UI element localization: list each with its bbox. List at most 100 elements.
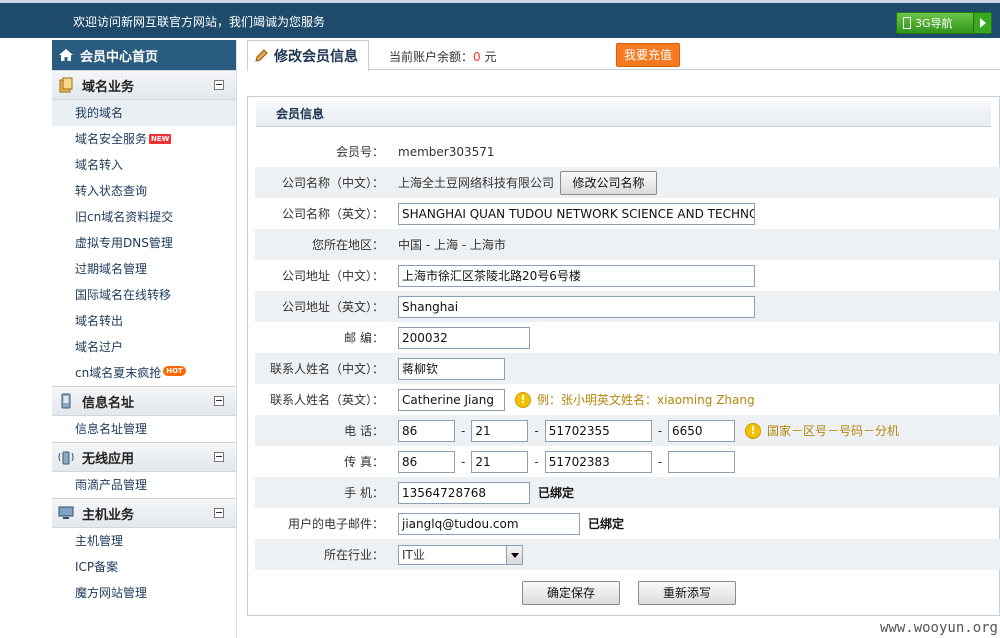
address-en-input[interactable]: Shanghai [398, 295, 755, 318]
sidebar-item-label: 国际域名在线转移 [75, 288, 172, 302]
main-content: 修改会员信息 当前账户余额：0 元 我要充值 会员信息 会员号： member3… [247, 40, 1000, 638]
panel-title: 会员信息 [256, 101, 991, 127]
sidebar-item-old-cn-submit[interactable]: 旧cn域名资料提交 [52, 204, 236, 230]
phone-icon [903, 17, 911, 29]
home-icon [59, 49, 73, 61]
recharge-button[interactable]: 我要充值 [616, 43, 680, 67]
dash: - [657, 423, 663, 438]
section-host-header[interactable]: 主机业务 [52, 498, 236, 528]
company-cn-value: 上海全土豆网络科技有限公司 [398, 176, 555, 190]
company-en-input[interactable]: SHANGHAI QUAN TUDOU NETWORK SCIENCE AND … [398, 202, 755, 225]
phone-area-input[interactable]: 21 [471, 419, 529, 442]
fax-country-input[interactable]: 86 [398, 450, 455, 473]
sidebar-item-icp[interactable]: ICP备案 [52, 554, 236, 580]
3g-nav-button[interactable]: 3G导航 [896, 12, 992, 34]
form-row-address-en: 公司地址（英文）： Shanghai [255, 291, 1000, 322]
mobile-info-icon [61, 393, 71, 409]
member-form: 会员号： member303571 公司名称（中文）： 上海全土豆网络科技有限公… [255, 136, 1000, 570]
sidebar-item-label: 虚拟专用DNS管理 [75, 236, 173, 250]
reset-button[interactable]: 重新添写 [638, 581, 736, 605]
chevron-down-icon[interactable] [506, 545, 522, 564]
phone-number-input[interactable]: 51702355 [544, 419, 652, 442]
section-domain-title: 域名业务 [82, 79, 135, 95]
email-label: 用户的电子邮件： [287, 517, 384, 531]
tab-edit-member[interactable]: 修改会员信息 [247, 40, 369, 71]
section-host-title: 主机业务 [82, 507, 135, 523]
fax-area-input[interactable]: 21 [471, 450, 529, 473]
section-wireless-title: 无线应用 [82, 451, 135, 467]
play-arrow-icon [973, 13, 991, 33]
sidebar-item-domain-security[interactable]: 域名安全服务 NEW [52, 126, 236, 152]
sidebar-home[interactable]: 会员中心首页 [52, 40, 236, 70]
form-row-fax: 传 真： 86 - 21 - 51702383 - [255, 446, 1000, 477]
modify-company-button[interactable]: 修改公司名称 [560, 170, 658, 195]
phone-country-input[interactable]: 86 [398, 419, 455, 442]
3g-nav-label: 3G导航 [915, 17, 953, 30]
address-cn-label: 公司地址（中文）： [281, 269, 384, 283]
email-input[interactable]: jianglq@tudou.com [398, 512, 580, 535]
section-wireless-header[interactable]: 无线应用 [52, 442, 236, 472]
collapse-icon[interactable] [214, 508, 224, 518]
collapse-icon[interactable] [214, 80, 224, 90]
save-button[interactable]: 确定保存 [522, 581, 620, 605]
sidebar-item-expired-domains[interactable]: 过期域名管理 [52, 256, 236, 282]
warning-icon: ! [745, 422, 762, 439]
mobile-bound-status: 已绑定 [538, 486, 575, 500]
form-row-company-en: 公司名称（英文）： SHANGHAI QUAN TUDOU NETWORK SC… [255, 198, 1000, 229]
sidebar-item-label: 域名转入 [75, 158, 124, 172]
sidebar-item-transfer-status[interactable]: 转入状态查询 [52, 178, 236, 204]
contact-cn-input[interactable]: 蒋柳钦 [398, 357, 505, 380]
sidebar-item-domain-owner-change[interactable]: 域名过户 [52, 334, 236, 360]
sidebar-item-mofang[interactable]: 魔方网站管理 [52, 580, 236, 606]
phone-ext-input[interactable]: 6650 [668, 419, 736, 442]
domain-folder-icon [59, 77, 73, 93]
collapse-icon[interactable] [214, 452, 224, 462]
sidebar-item-my-domains[interactable]: 我的域名 [52, 100, 236, 126]
postcode-input[interactable]: 200032 [398, 326, 530, 349]
member-id-label: 会员号： [335, 145, 384, 159]
sidebar-item-info-manage[interactable]: 信息名址管理 [52, 416, 236, 442]
fax-number-input[interactable]: 51702383 [544, 450, 652, 473]
balance-label: 当前账户余额： [389, 50, 474, 64]
form-row-email: 用户的电子邮件： jianglq@tudou.com 已绑定 [255, 508, 1000, 539]
phone-hint: ! 国家－区号－号码－分机 [745, 422, 899, 439]
sidebar-item-domain-transfer-in[interactable]: 域名转入 [52, 152, 236, 178]
sidebar-item-raindrop[interactable]: 雨滴产品管理 [52, 472, 236, 498]
hot-badge: HOT [163, 366, 186, 376]
tab-title: 修改会员信息 [274, 49, 358, 65]
phone-label: 电 话： [344, 424, 384, 438]
address-en-label: 公司地址（英文）： [281, 300, 384, 314]
sidebar-item-host-manage[interactable]: 主机管理 [52, 528, 236, 554]
sidebar-item-intl-transfer[interactable]: 国际域名在线转移 [52, 282, 236, 308]
fax-ext-input[interactable] [668, 450, 736, 473]
form-actions: 确定保存 重新添写 [522, 581, 736, 605]
form-row-region: 您所在地区： 中国 - 上海 - 上海市 [255, 229, 1000, 260]
mobile-input[interactable]: 13564728768 [398, 481, 530, 504]
sidebar-item-label: 雨滴产品管理 [75, 478, 148, 492]
form-row-address-cn: 公司地址（中文）： 上海市徐汇区茶陵北路20号6号楼 [255, 260, 1000, 291]
contact-en-input[interactable]: Catherine Jiang [398, 388, 505, 411]
wireless-icon [58, 451, 74, 465]
section-info-title: 信息名址 [82, 395, 135, 411]
mobile-label: 手 机： [344, 486, 384, 500]
dash: - [461, 454, 466, 469]
form-row-mobile: 手 机： 13564728768 已绑定 [255, 477, 1000, 508]
collapse-icon[interactable] [214, 396, 224, 406]
region-value: 中国 - 上海 - 上海市 [398, 238, 506, 252]
section-info-header[interactable]: 信息名址 [52, 386, 236, 416]
industry-select[interactable]: IT业 [398, 544, 523, 565]
address-cn-input[interactable]: 上海市徐汇区茶陵北路20号6号楼 [398, 264, 755, 287]
sidebar-item-cn-promo[interactable]: cn域名夏末疯抢 HOT [52, 360, 236, 386]
watermark: www.wooyun.org [879, 620, 998, 636]
sidebar-item-label: 我的域名 [75, 106, 124, 120]
sidebar: 会员中心首页 域名业务 我的域名 域名安全服务 NEW 域名转入 转入状态查询 旧… [52, 40, 237, 638]
sidebar-item-dns-manage[interactable]: 虚拟专用DNS管理 [52, 230, 236, 256]
postcode-label: 邮 编： [344, 331, 384, 345]
dash: - [534, 423, 539, 438]
email-bound-status: 已绑定 [588, 517, 625, 531]
sidebar-item-label: 魔方网站管理 [75, 586, 148, 600]
sidebar-item-transfer-out[interactable]: 域名转出 [52, 308, 236, 334]
computer-icon [58, 506, 74, 519]
section-domain-header[interactable]: 域名业务 [52, 70, 236, 100]
form-row-phone: 电 话： 86 - 21 - 51702355 - 6650 ! 国家－区号－号码… [255, 415, 1000, 446]
